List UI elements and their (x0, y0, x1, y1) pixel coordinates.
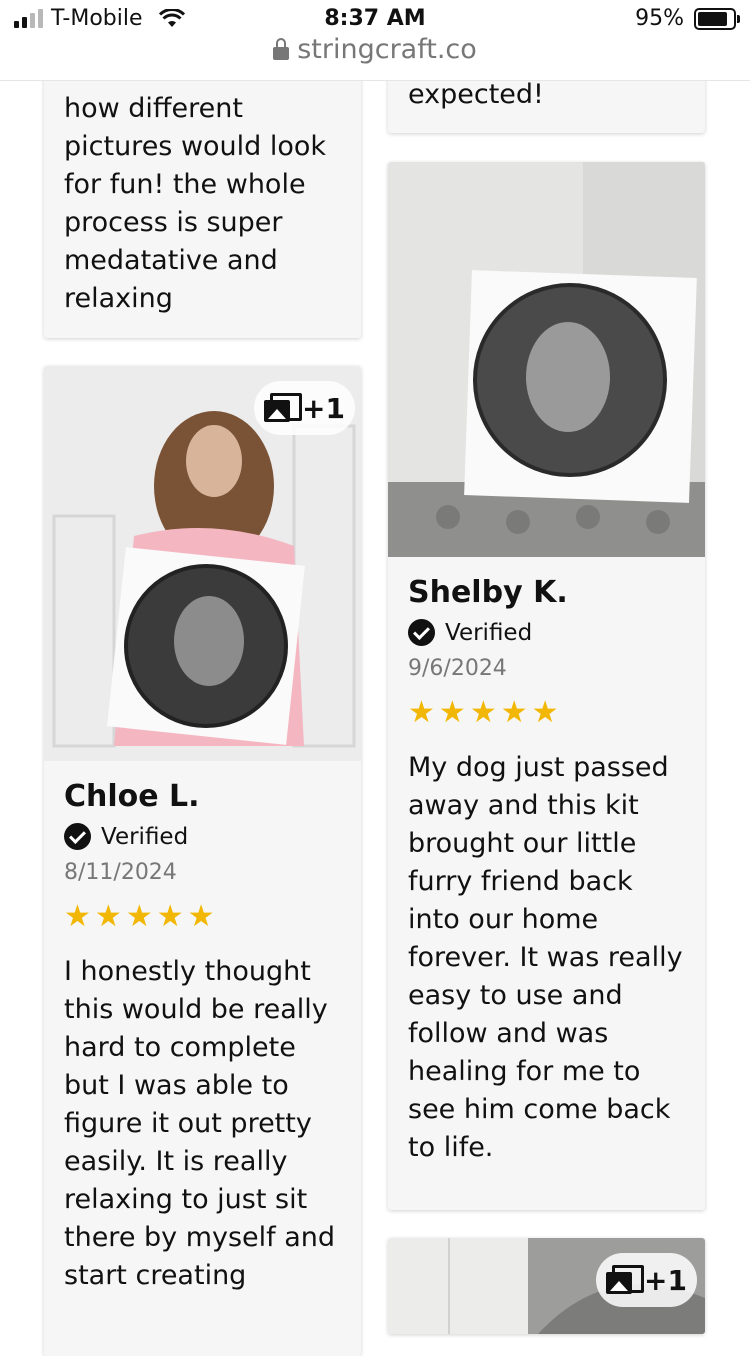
review-date: 8/11/2024 (64, 860, 177, 885)
review-photo[interactable]: +1 (388, 1238, 705, 1334)
photo-count: +1 (302, 391, 345, 425)
review-card[interactable]: +1 (388, 1238, 705, 1334)
gallery-icon (606, 1265, 644, 1295)
review-date: 9/6/2024 (408, 656, 507, 681)
url-text: stringcraft.co (297, 34, 477, 65)
star-rating: ★ ★ ★ ★ ★ (408, 695, 685, 731)
battery-level (698, 11, 727, 26)
check-icon (408, 619, 435, 646)
review-photo[interactable]: +1 (44, 366, 361, 761)
battery-status: 95% (635, 6, 740, 31)
battery-percent: 95% (635, 6, 684, 31)
photo-count-badge[interactable]: +1 (254, 381, 355, 435)
verified-label: Verified (445, 619, 533, 646)
review-text: how different pictures would look for fu… (64, 93, 327, 314)
review-text: I honestly thought this would be really … (64, 956, 336, 1291)
star-icon: ★ (531, 695, 559, 730)
gallery-icon (264, 393, 302, 423)
review-card[interactable]: +1 Chloe L. Verified 8/11/2024 ★ ★ ★ ★ ★ I h… (44, 366, 361, 1356)
star-icon: ★ (94, 899, 122, 934)
check-icon (64, 823, 91, 850)
reviewer-name: Shelby K. (408, 575, 568, 610)
review-image (388, 162, 705, 557)
star-icon: ★ (500, 695, 528, 730)
review-card[interactable]: Shelby K. Verified 9/6/2024 ★ ★ ★ ★ ★ My dog… (388, 162, 705, 1210)
verified-badge: Verified (64, 823, 341, 850)
star-icon: ★ (156, 899, 184, 934)
star-rating: ★ ★ ★ ★ ★ (64, 899, 341, 935)
star-icon: ★ (438, 695, 466, 730)
review-card: how different pictures would look for fu… (44, 40, 361, 338)
review-text: expected! (408, 79, 544, 110)
star-icon: ★ (187, 899, 215, 934)
star-icon: ★ (408, 695, 435, 730)
status-and-address-bar: T-Mobile 8:37 AM 95% stringcraft.co (0, 0, 750, 81)
verified-label: Verified (101, 823, 189, 850)
star-icon: ★ (469, 695, 497, 730)
verified-badge: Verified (408, 619, 685, 646)
review-text: My dog just passed away and this kit bro… (408, 752, 683, 1163)
photo-count-badge[interactable]: +1 (596, 1253, 697, 1307)
reviewer-name: Chloe L. (64, 779, 200, 814)
address-bar[interactable]: stringcraft.co (0, 34, 750, 65)
star-icon: ★ (64, 899, 91, 934)
battery-icon (694, 7, 740, 30)
star-icon: ★ (125, 899, 153, 934)
photo-count: +1 (644, 1263, 687, 1297)
review-photo[interactable] (388, 162, 705, 557)
lock-icon (273, 37, 290, 60)
